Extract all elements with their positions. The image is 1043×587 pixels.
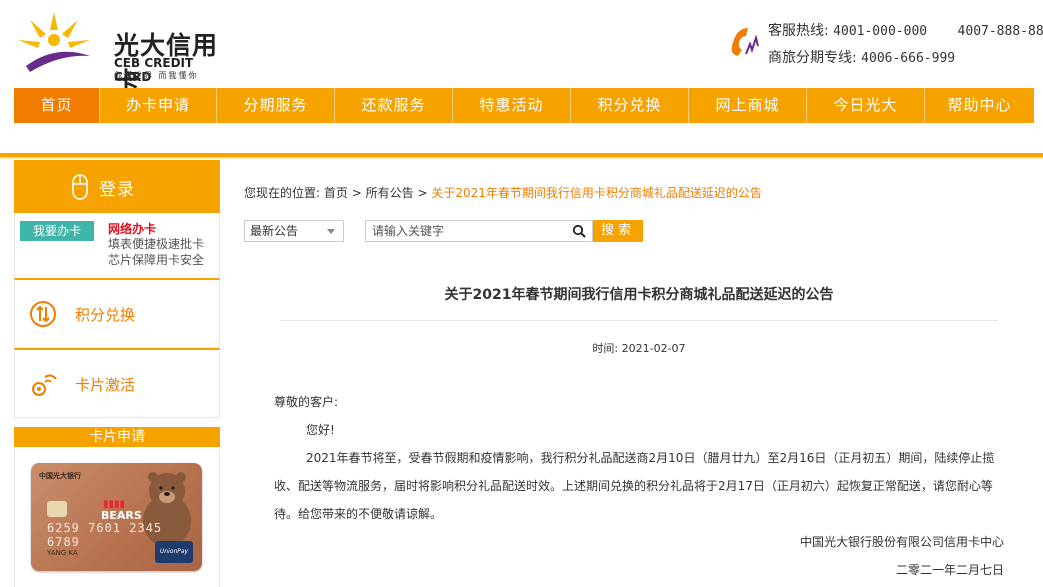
chevron-down-icon [327,229,335,234]
nav-item-offers[interactable]: 特惠活动 [453,88,571,123]
article-greeting: 您好! [306,423,335,437]
unionpay-logo: UnionPay [155,541,193,563]
service-hotline-number-1: 4001-000-000 [833,24,928,39]
travel-hotline-label: 商旅分期专线: [768,50,857,66]
travel-hotline-number: 4006-666-999 [861,51,956,66]
sidebar-activate-label: 卡片激活 [75,376,136,394]
service-hotline-label: 客服热线: [768,23,829,39]
breadcrumb: 您现在的位置: 首页 > 所有公告 > 关于2021年春节期间我行信用卡积分商城… [244,184,762,201]
brand-logo[interactable]: 光大信用卡 CEB CREDIT CARD 你懂世界 而我懂你 [16,10,226,96]
notice-type-selected: 最新公告 [250,224,299,238]
article-title: 关于2021年春节期间我行信用卡积分商城礼品配送延迟的公告 [444,287,834,303]
login-label: 登录 [99,180,135,200]
card-apply-header: 卡片申请 [14,427,220,447]
apply-desc-line: 芯片保障用卡安全 [108,253,205,267]
login-button[interactable]: 登录 [14,160,220,213]
card-bank-name: 中国光大银行 [39,472,81,480]
online-apply-box: 我要办卡 网络办卡 填表便捷极速批卡 芯片保障用卡安全 [14,213,220,278]
brand-slogan: 你懂世界 而我懂你 [114,71,199,80]
online-apply-desc: 填表便捷极速批卡 芯片保障用卡安全 [108,236,218,268]
card-activate-icon [32,374,57,396]
article-date: 二零二一年二月七日 [895,563,1004,577]
breadcrumb-current: 关于2021年春节期间我行信用卡积分商城礼品配送延迟的公告 [431,186,762,200]
article-time: 时间: 2021-02-07 [592,342,686,355]
nav-item-installment[interactable]: 分期服务 [217,88,335,123]
breadcrumb-separator: > [351,186,362,200]
article-signature: 中国光大银行股份有限公司信用卡中心 [799,535,1004,549]
card-apply-box: 中国光大银行 ▮▮▮▮ BEARS 6259 7601 2345 6789 YA… [14,447,220,587]
nav-item-help[interactable]: 帮助中心 [925,88,1034,123]
article-divider [280,320,998,321]
search-button[interactable]: 搜索 [593,220,643,242]
credit-card-image[interactable]: 中国光大银行 ▮▮▮▮ BEARS 6259 7601 2345 6789 YA… [31,463,202,571]
article-paragraph: 2021年春节将至，受春节假期和疫情影响，我行积分礼品配送商2月10日（腊月廿九… [274,451,995,521]
sidebar-points-label: 积分兑换 [75,306,136,324]
apply-card-button[interactable]: 我要办卡 [20,221,94,241]
article-body: 尊敬的客户: 您好! 2021年春节将至，受春节假期和疫情影响，我行积分礼品配送… [274,388,1004,584]
online-apply-title[interactable]: 网络办卡 [108,220,156,237]
site-header: 光大信用卡 CEB CREDIT CARD 你懂世界 而我懂你 客服热线: 40… [0,0,1043,96]
points-exchange-icon [30,301,56,327]
hotline-info: 客服热线: 4001-000-000 4007-888-888 商旅分期专线: … [768,18,1043,72]
search-icon[interactable] [572,224,586,238]
card-holder: YANG KA [47,549,78,557]
search-placeholder: 请输入关键字 [372,224,445,238]
phone-icon [731,28,759,56]
nav-item-card-apply[interactable]: 办卡申请 [100,88,217,123]
search-input[interactable]: 请输入关键字 [365,220,593,242]
sidebar-points-link[interactable]: 积分兑换 [14,278,220,348]
nav-item-home[interactable]: 首页 [14,88,100,123]
nav-item-points[interactable]: 积分兑换 [571,88,689,123]
header-divider-shadow [0,157,1043,159]
nav-item-mall[interactable]: 网上商城 [689,88,807,123]
notice-type-select[interactable]: 最新公告 [244,220,344,242]
breadcrumb-section[interactable]: 所有公告 [366,186,414,200]
main-nav: 首页 办卡申请 分期服务 还款服务 特惠活动 积分兑换 网上商城 今日光大 帮助… [14,88,1034,123]
sidebar-activate-link[interactable]: 卡片激活 [14,348,220,418]
breadcrumb-separator: > [417,186,428,200]
service-hotline-number-2: 4007-888-888 [957,24,1043,39]
mouse-icon [72,174,88,200]
article-salutation: 尊敬的客户: [274,395,339,409]
card-chip [47,501,67,517]
breadcrumb-home[interactable]: 首页 [324,186,348,200]
breadcrumb-prefix: 您现在的位置: [244,186,321,200]
nav-item-repayment[interactable]: 还款服务 [335,88,453,123]
nav-item-today[interactable]: 今日光大 [807,88,925,123]
apply-desc-line: 填表便捷极速批卡 [108,237,205,251]
sun-logo-icon [18,12,90,72]
